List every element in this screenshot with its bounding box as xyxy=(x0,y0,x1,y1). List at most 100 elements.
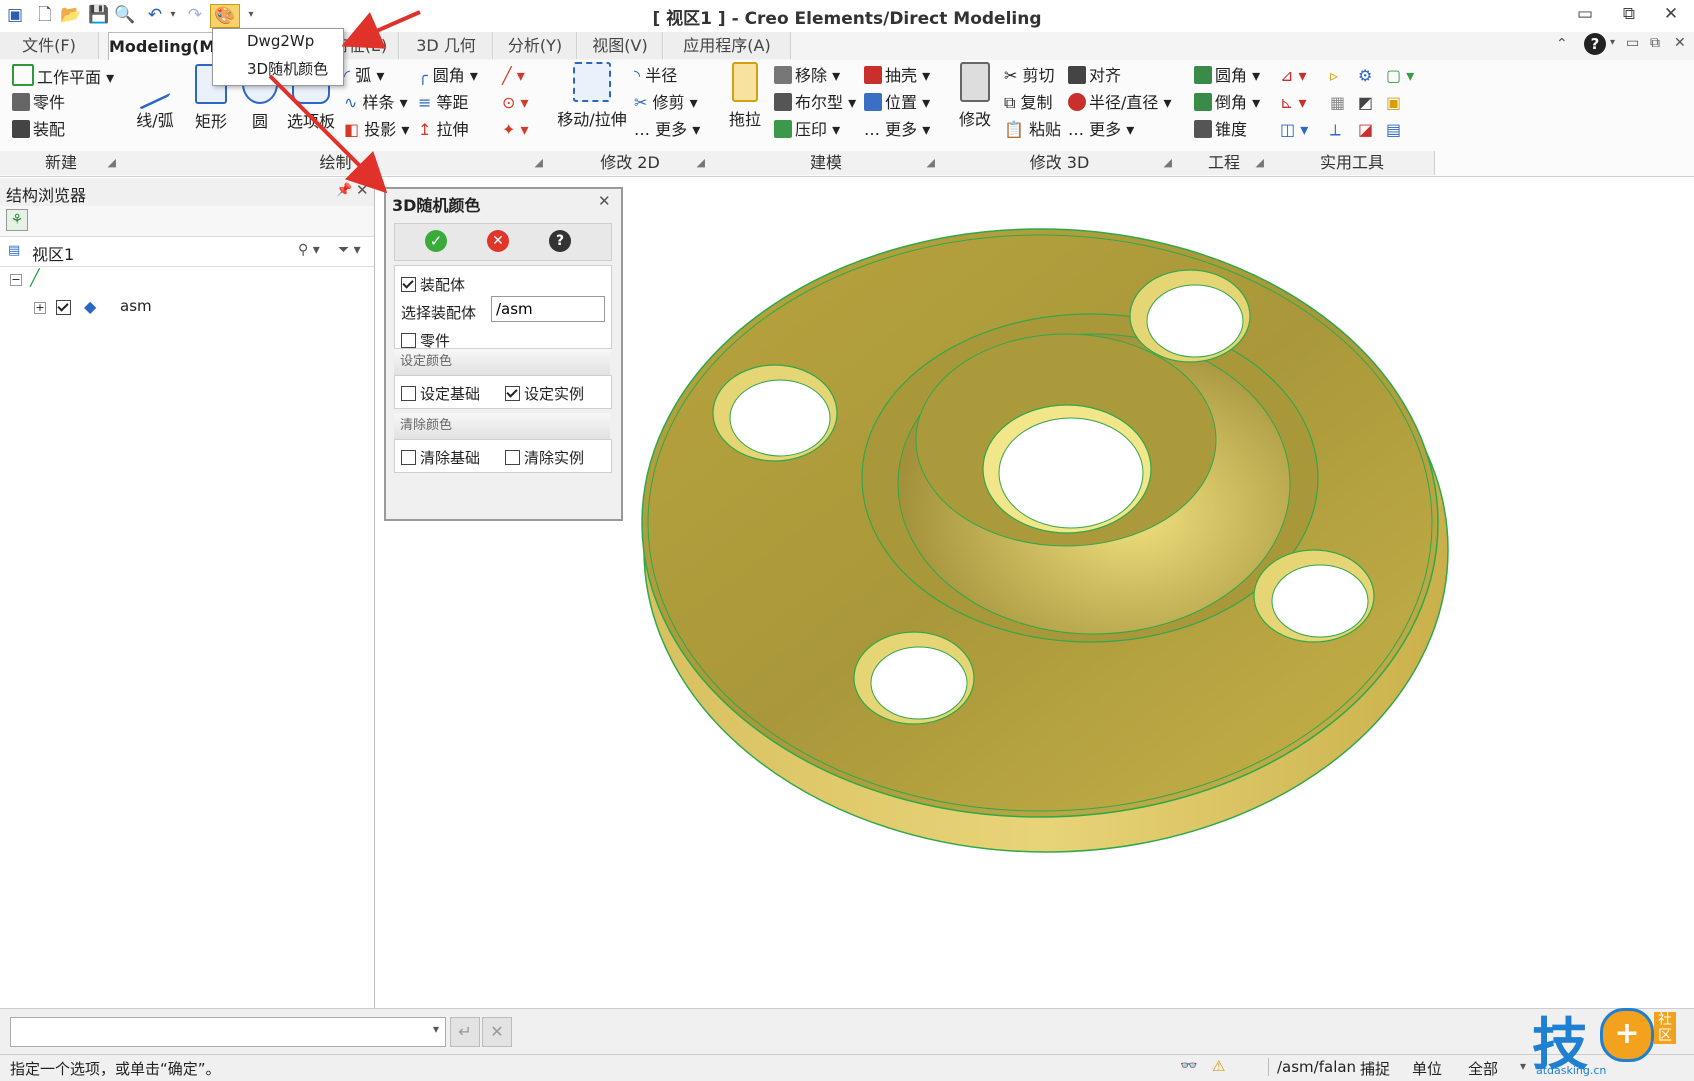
tab-view[interactable]: 视图(V) xyxy=(578,32,663,59)
utility-select-icon[interactable]: ▹ xyxy=(1330,64,1338,88)
shell-button[interactable]: 抽壳 ▾ xyxy=(864,64,930,88)
tab-file[interactable]: 文件(F) xyxy=(0,32,99,59)
utility-axis-icon[interactable]: ⟂ xyxy=(1330,118,1341,142)
set-instance-checkbox[interactable]: 设定实例 xyxy=(505,383,584,404)
pull-button[interactable]: 拖拉 xyxy=(720,62,770,130)
point-icon[interactable]: ✦ ▾ xyxy=(502,118,529,142)
filter-icon[interactable]: ⏷ ▾ xyxy=(338,242,361,258)
tree-expand-icon[interactable]: + xyxy=(34,302,46,314)
position-button[interactable]: 位置 ▾ xyxy=(864,91,930,115)
close-icon[interactable]: ✕ xyxy=(1656,4,1686,26)
doc-restore-icon[interactable]: ⧉ xyxy=(1650,35,1660,51)
tree-collapse-icon[interactable]: − xyxy=(10,274,22,286)
radius-diameter-button[interactable]: 半径/直径 ▾ xyxy=(1068,91,1172,115)
tab-modeling[interactable]: Modeling(M) xyxy=(108,32,223,61)
group-draw-launcher-icon[interactable]: ◢ xyxy=(535,151,543,175)
assembly-checkbox[interactable]: 装配体 xyxy=(401,274,465,295)
utility-measure-icon[interactable]: ⊾ ▾ xyxy=(1280,91,1307,115)
trim-button[interactable]: ✂ 修剪 ▾ xyxy=(634,91,698,115)
enter-icon[interactable]: ↵ xyxy=(450,1017,480,1047)
cut-button[interactable]: ✂ 剪切 xyxy=(1004,64,1055,88)
ok-icon[interactable]: ✓ xyxy=(425,230,447,252)
dialog-close-icon[interactable]: ✕ xyxy=(598,192,611,210)
browser-close-icon[interactable]: ✕ xyxy=(356,181,369,199)
cancel-command-icon[interactable]: ✕ xyxy=(482,1017,512,1047)
clear-instance-checkbox[interactable]: 清除实例 xyxy=(505,447,584,468)
utility-dimension-icon[interactable]: ⊿ ▾ xyxy=(1280,64,1307,88)
pin-icon[interactable]: 📌 xyxy=(336,183,352,198)
menu-item-dwg2wp[interactable]: Dwg2Wp xyxy=(247,32,314,50)
line-tool-icon[interactable]: ╱ ▾ xyxy=(502,64,525,88)
doc-minimize-icon[interactable]: ▭ xyxy=(1626,35,1639,51)
collapse-ribbon-icon[interactable]: ⌃ xyxy=(1556,36,1568,52)
utility-check-icon[interactable]: ◪ xyxy=(1358,118,1373,142)
clear-base-checkbox[interactable]: 清除基础 xyxy=(401,447,480,468)
menu-item-3d-random-color[interactable]: 3D随机颜色 xyxy=(247,58,328,79)
tab-applications[interactable]: 应用程序(A) xyxy=(664,32,791,59)
cancel-icon[interactable]: ✕ xyxy=(487,230,509,252)
tab-3d-geometry[interactable]: 3D 几何 xyxy=(400,32,493,59)
stretch-button[interactable]: ↥ 拉伸 xyxy=(418,118,469,142)
paste-button[interactable]: 📋 粘贴 xyxy=(1004,118,1061,142)
workplane-button[interactable]: 工作平面 ▾ xyxy=(12,64,114,88)
part-button[interactable]: 零件 xyxy=(12,91,65,115)
binoculars-icon[interactable]: ⚲ ▾ xyxy=(298,242,320,258)
status-units[interactable]: 单位 xyxy=(1412,1058,1442,1079)
utility-info-icon[interactable]: ◩ xyxy=(1358,91,1373,115)
command-dropdown-icon[interactable]: ▾ xyxy=(433,1022,439,1036)
position-icon xyxy=(864,93,882,111)
modify-3d-button[interactable]: 修改 xyxy=(950,62,1000,130)
tree-view-icon[interactable]: ⚘ xyxy=(6,209,28,231)
project-button[interactable]: ◧ 投影 ▾ xyxy=(344,118,409,142)
spline-button[interactable]: ∿ 样条 ▾ xyxy=(344,91,408,115)
status-snap[interactable]: 捕捉 xyxy=(1360,1058,1390,1079)
imprint-button[interactable]: 压印 ▾ xyxy=(774,118,840,142)
set-base-checkbox[interactable]: 设定基础 xyxy=(401,383,480,404)
blend-button[interactable]: 圆角 ▾ xyxy=(1194,64,1260,88)
more-3d-button[interactable]: … 更多 ▾ xyxy=(1068,118,1134,142)
fillet-2d-button[interactable]: ╭ 圆角 ▾ xyxy=(418,64,478,88)
utility-frame-icon[interactable]: ▢ ▾ xyxy=(1386,64,1414,88)
help-dropdown-icon[interactable]: ▾ xyxy=(1610,37,1615,48)
help-icon[interactable]: ? xyxy=(1584,33,1606,55)
group-engineering-launcher-icon[interactable]: ◢ xyxy=(1256,151,1264,175)
arc-button[interactable]: ◜ 弧 ▾ xyxy=(344,64,384,88)
graphics-viewport[interactable] xyxy=(620,178,1694,1008)
taper-button[interactable]: 锥度 xyxy=(1194,118,1247,142)
doc-close-icon[interactable]: ✕ xyxy=(1674,35,1686,51)
group-modify-3d-launcher-icon[interactable]: ◢ xyxy=(1164,151,1172,175)
utility-color-icon[interactable]: ▣ xyxy=(1386,91,1401,115)
minimize-icon[interactable]: ▭ xyxy=(1570,4,1600,26)
asm-checkbox[interactable] xyxy=(56,299,75,317)
command-input[interactable]: ▾ xyxy=(10,1017,446,1047)
restore-icon[interactable]: ⧉ xyxy=(1614,4,1644,26)
utility-table-icon[interactable]: ▤ xyxy=(1386,118,1401,142)
tab-analysis[interactable]: 分析(Y) xyxy=(494,32,577,59)
boolean-button[interactable]: 布尔型 ▾ xyxy=(774,91,856,115)
status-all-dropdown-icon[interactable]: ▾ xyxy=(1520,1059,1526,1073)
warning-icon[interactable]: ⚠ xyxy=(1212,1057,1225,1075)
assembly-button[interactable]: 装配 xyxy=(12,118,65,142)
help-icon[interactable]: ? xyxy=(549,230,571,252)
move-stretch-button[interactable]: 移动/拉伸 xyxy=(554,62,630,130)
copy-button[interactable]: ⧉ 复制 xyxy=(1004,91,1053,115)
status-all[interactable]: 全部 xyxy=(1468,1058,1498,1079)
more-2d-button[interactable]: … 更多 ▾ xyxy=(634,118,700,142)
center-point-icon[interactable]: ⊙ ▾ xyxy=(502,91,529,115)
more-model-button[interactable]: … 更多 ▾ xyxy=(864,118,930,142)
glasses-icon[interactable]: 👓 xyxy=(1180,1058,1197,1074)
offset-button[interactable]: ≡ 等距 xyxy=(418,91,469,115)
tree-node-asm[interactable]: asm xyxy=(120,297,152,315)
remove-button[interactable]: 移除 ▾ xyxy=(774,64,840,88)
group-modify-2d-launcher-icon[interactable]: ◢ xyxy=(697,151,705,175)
group-modeling-launcher-icon[interactable]: ◢ xyxy=(927,151,935,175)
select-assembly-input[interactable] xyxy=(491,296,605,322)
align-button[interactable]: 对齐 xyxy=(1068,64,1121,88)
radius-button[interactable]: ◝ 半径 xyxy=(634,64,677,88)
utility-filter-icon[interactable]: ▦ xyxy=(1330,91,1345,115)
line-arc-button[interactable]: 线/弧 xyxy=(130,57,180,131)
chamfer-button[interactable]: 倒角 ▾ xyxy=(1194,91,1260,115)
group-new-launcher-icon[interactable]: ◢ xyxy=(108,151,116,175)
utility-hierarchy-icon[interactable]: ⚙ xyxy=(1358,64,1372,88)
utility-section-icon[interactable]: ◫ ▾ xyxy=(1280,118,1308,142)
